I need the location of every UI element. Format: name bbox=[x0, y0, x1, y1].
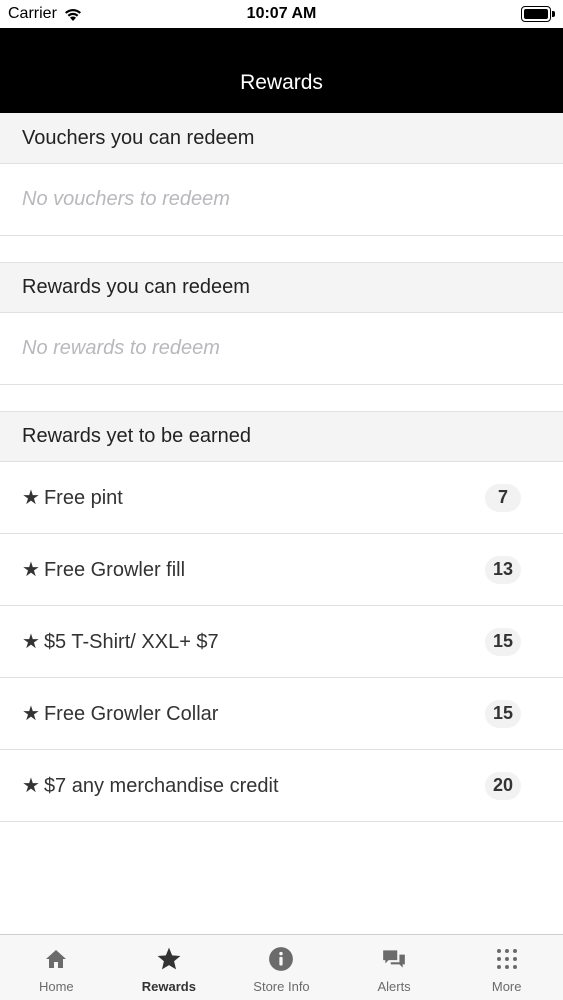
tab-more[interactable]: More bbox=[450, 935, 563, 1000]
reward-label: ★ Free pint bbox=[22, 485, 123, 510]
tab-home[interactable]: Home bbox=[0, 935, 113, 1000]
reward-label: ★ $7 any merchandise credit bbox=[22, 773, 279, 798]
reward-name: $5 T-Shirt/ XXL+ $7 bbox=[43, 631, 219, 653]
tab-label: Store Info bbox=[253, 979, 310, 994]
grid-dots-icon bbox=[493, 945, 521, 973]
home-icon bbox=[42, 945, 70, 973]
reward-name: Free Growler Collar bbox=[43, 703, 219, 725]
star-icon: ★ bbox=[22, 487, 40, 509]
reward-row[interactable]: ★ $7 any merchandise credit 20 bbox=[0, 750, 563, 822]
tab-rewards[interactable]: Rewards bbox=[113, 935, 226, 1000]
reward-name: $7 any merchandise credit bbox=[43, 775, 279, 797]
star-icon: ★ bbox=[22, 559, 40, 581]
points-badge: 7 bbox=[485, 483, 521, 512]
tab-label: More bbox=[491, 979, 522, 994]
section-header-vouchers: Vouchers you can redeem bbox=[0, 113, 563, 164]
reward-name: Free pint bbox=[43, 487, 123, 509]
reward-row[interactable]: ★ Free pint 7 bbox=[0, 462, 563, 534]
reward-row[interactable]: ★ Free Growler fill 13 bbox=[0, 534, 563, 606]
reward-row[interactable]: ★ $5 T-Shirt/ XXL+ $7 15 bbox=[0, 606, 563, 678]
status-time: 10:07 AM bbox=[246, 5, 317, 22]
reward-name: Free Growler fill bbox=[43, 559, 186, 581]
reward-label: ★ $5 T-Shirt/ XXL+ $7 bbox=[22, 629, 219, 654]
tab-alerts[interactable]: Alerts bbox=[338, 935, 451, 1000]
points-badge: 15 bbox=[484, 699, 521, 728]
points-badge: 13 bbox=[484, 555, 521, 584]
empty-vouchers-row: No vouchers to redeem bbox=[0, 164, 563, 236]
chat-bubbles-icon bbox=[380, 945, 408, 973]
reward-label: ★ Free Growler Collar bbox=[22, 701, 218, 726]
reward-label: ★ Free Growler fill bbox=[22, 557, 185, 582]
page-title: Rewards bbox=[240, 71, 323, 94]
tab-bar: Home Rewards Store Info Alerts More bbox=[0, 934, 563, 1000]
rewards-list[interactable]: Vouchers you can redeem No vouchers to r… bbox=[0, 113, 563, 822]
status-bar: Carrier 10:07 AM bbox=[0, 0, 563, 28]
star-icon: ★ bbox=[22, 631, 40, 653]
section-gap bbox=[0, 385, 563, 411]
battery-icon bbox=[521, 6, 555, 22]
points-badge: 20 bbox=[484, 771, 521, 800]
navigation-bar: Rewards bbox=[0, 28, 563, 113]
section-header-rewards-redeem: Rewards you can redeem bbox=[0, 262, 563, 313]
star-icon: ★ bbox=[22, 703, 40, 725]
reward-row[interactable]: ★ Free Growler Collar 15 bbox=[0, 678, 563, 750]
tab-label: Rewards bbox=[141, 979, 196, 994]
tab-store-info[interactable]: Store Info bbox=[225, 935, 338, 1000]
info-icon bbox=[267, 945, 295, 973]
star-icon: ★ bbox=[22, 775, 40, 797]
points-badge: 15 bbox=[484, 627, 521, 656]
tab-label: Home bbox=[38, 979, 74, 994]
section-header-rewards-earn: Rewards yet to be earned bbox=[0, 411, 563, 462]
section-gap bbox=[0, 236, 563, 262]
tab-label: Alerts bbox=[377, 979, 411, 994]
star-icon bbox=[155, 945, 183, 973]
empty-rewards-row: No rewards to redeem bbox=[0, 313, 563, 385]
